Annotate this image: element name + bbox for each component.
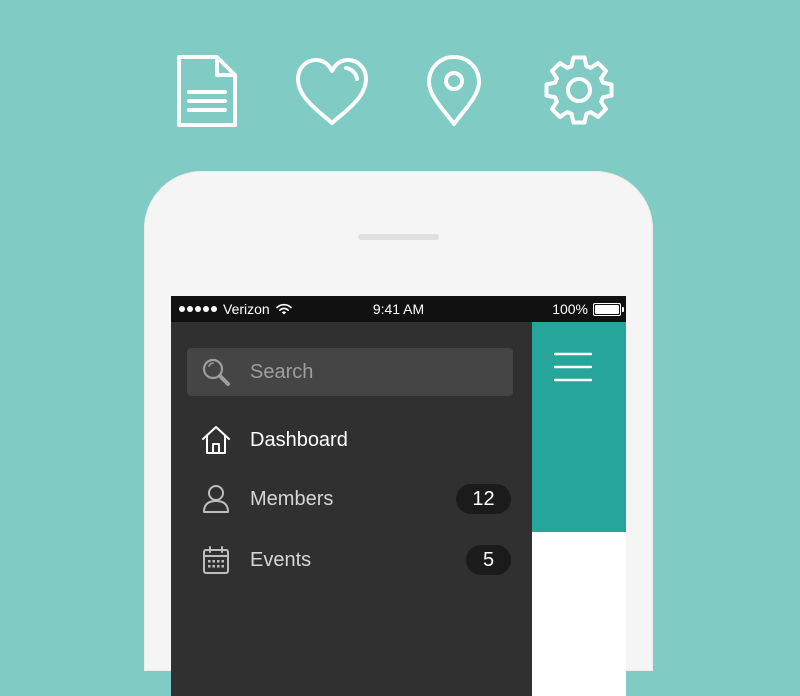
nav-item-members[interactable]: Members 12 (171, 474, 532, 524)
document-icon (167, 52, 247, 132)
search-icon (202, 358, 230, 386)
calendar-icon (203, 546, 229, 574)
nav-item-events[interactable]: Events 5 (171, 535, 532, 585)
phone-mockup: Verizon 9:41 AM 100% Search Dashboard Me… (144, 171, 653, 696)
gear-icon (539, 52, 619, 132)
navigation-drawer: Search Dashboard Members 12 Events 5 (171, 322, 532, 696)
nav-label-events: Events (250, 548, 312, 571)
events-count-badge: 5 (466, 545, 511, 575)
battery-icon (593, 302, 624, 316)
search-input[interactable]: Search (187, 348, 513, 396)
battery-percentage: 100% (552, 301, 588, 317)
phone-screen: Verizon 9:41 AM 100% Search Dashboard Me… (171, 296, 626, 696)
search-placeholder: Search (250, 360, 314, 383)
members-count-badge: 12 (456, 484, 511, 514)
nav-item-dashboard[interactable]: Dashboard (171, 415, 532, 465)
nav-label-members: Members (250, 487, 334, 510)
app-header (532, 322, 626, 532)
hamburger-menu-icon[interactable] (554, 352, 592, 382)
person-icon (203, 485, 229, 513)
nav-label-dashboard: Dashboard (250, 428, 348, 451)
status-bar: Verizon 9:41 AM 100% (171, 296, 626, 322)
phone-speaker (358, 234, 439, 240)
location-pin-icon (414, 52, 494, 132)
home-icon (202, 426, 230, 454)
feature-icons-row (0, 0, 800, 150)
heart-icon (292, 52, 372, 132)
